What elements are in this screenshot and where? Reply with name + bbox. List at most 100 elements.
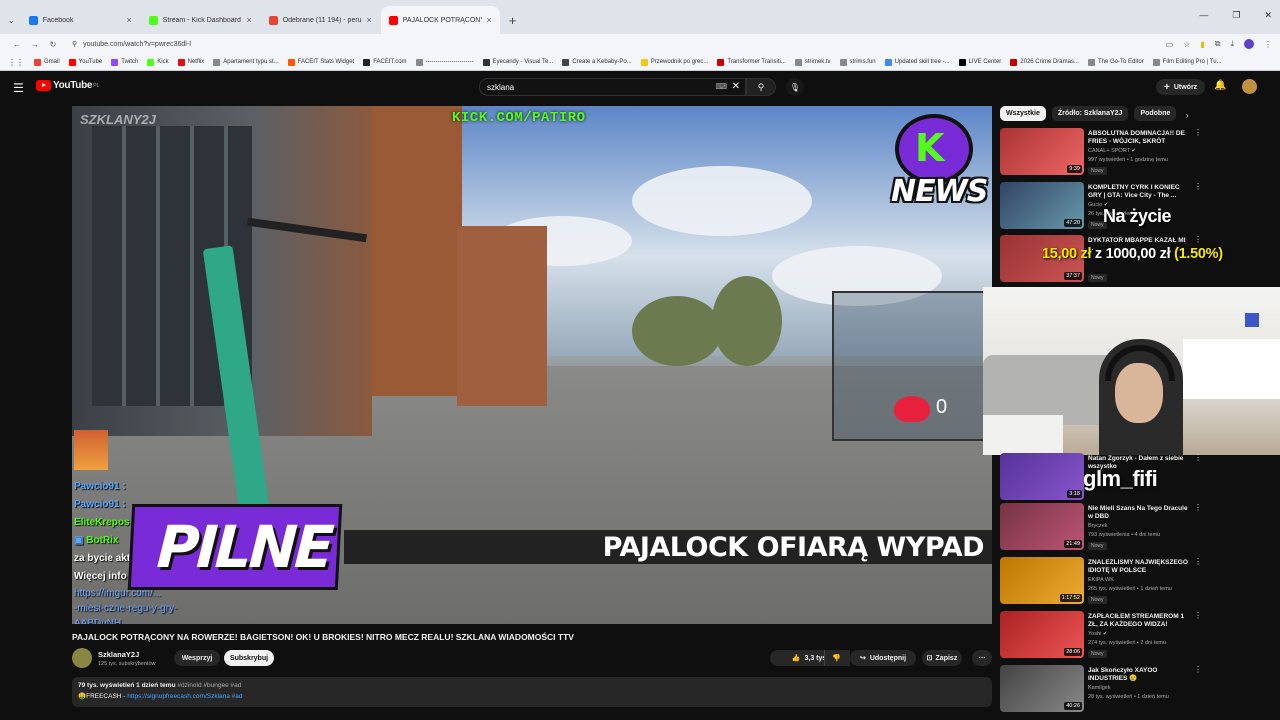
minimize-icon[interactable]: —	[1199, 10, 1208, 21]
more-options-icon[interactable]: ⋮	[1194, 665, 1202, 674]
back-icon[interactable]: ←	[8, 40, 26, 49]
more-options-icon[interactable]: ⋮	[1194, 557, 1202, 566]
download-icon[interactable]: ⤓	[1230, 39, 1234, 49]
forward-icon[interactable]: →	[26, 40, 44, 49]
bookmark-item[interactable]: YouTube	[68, 58, 102, 66]
close-tab-icon[interactable]: ×	[486, 15, 491, 25]
bookmark-favicon-icon	[839, 58, 847, 66]
profile-avatar[interactable]	[1244, 39, 1254, 49]
more-options-icon[interactable]: ⋮	[1194, 128, 1202, 137]
bookmark-item[interactable]: Create a Kebaby-Po...	[562, 58, 632, 66]
recommendation-item[interactable]: 21:49 Nie Mieli Szans Na Tego Dracule w …	[1000, 503, 1202, 553]
chevron-right-icon[interactable]: ›	[1186, 111, 1189, 120]
more-options-icon[interactable]: ⋮	[1194, 453, 1202, 462]
bookmark-item[interactable]: strims.fun	[839, 58, 876, 66]
browser-menu-icon[interactable]: ⋮	[1264, 40, 1272, 49]
account-avatar[interactable]	[1242, 79, 1257, 94]
create-button[interactable]: + Utwórz	[1156, 79, 1206, 95]
more-options-icon[interactable]: ⋮	[1194, 503, 1202, 512]
bookmark-item[interactable]: strimek.tv	[794, 58, 831, 66]
bookmark-item[interactable]: Netflix	[177, 58, 204, 66]
tab-youtube-active[interactable]: PAJALOCK POTRĄCONY N...×	[380, 6, 500, 34]
close-tab-icon[interactable]: ×	[246, 15, 251, 25]
bookmark-item[interactable]: The Go-To Editor	[1087, 58, 1144, 66]
video-tree	[712, 276, 782, 366]
address-bar[interactable]: ⚲ youtube.com/watch?v=pwrec36dl-I	[72, 36, 1166, 52]
recommendation-item[interactable]: 28:06 ZAPŁACIŁEM STREAMEROM 1 ZŁ, ZA KAŻ…	[1000, 611, 1202, 661]
bookmark-item[interactable]: ------------------------	[415, 58, 474, 66]
save-button[interactable]: ⊡ Zapisz	[922, 650, 962, 666]
channel-avatar[interactable]	[72, 648, 92, 668]
bookmark-favicon-icon	[794, 58, 802, 66]
extension-icon[interactable]: ▮	[1200, 40, 1204, 49]
video-thumbnail: 21:49	[1000, 503, 1084, 550]
bookmark-favicon-icon	[363, 58, 371, 66]
more-options-icon[interactable]: ⋮	[1194, 235, 1202, 244]
tab-gmail[interactable]: Odebrane (11 194) - peruzyni...×	[261, 6, 380, 34]
close-tab-icon[interactable]: ×	[366, 15, 371, 25]
bookmark-star-icon[interactable]: ☆	[1183, 40, 1190, 49]
webcam-table	[983, 415, 1063, 455]
bookmark-item[interactable]: Apartament typu st...	[213, 58, 279, 66]
bookmark-item[interactable]: Film Editing Pro | Tu...	[1152, 58, 1222, 66]
bookmark-favicon-icon	[287, 58, 295, 66]
dislike-button[interactable]: 👎	[824, 650, 848, 666]
close-window-icon[interactable]: ✕	[1264, 10, 1272, 21]
share-button[interactable]: ↪ Udostępnij	[850, 650, 916, 666]
new-badge: Nowy	[1088, 596, 1107, 604]
search-input[interactable]: szklana ⌨ ✕	[479, 78, 746, 96]
video-player[interactable]: SZKLANY2J KICK.COM/PATIRO K NEWS 0 Pawci…	[72, 106, 992, 624]
site-info-icon[interactable]: ⚲	[72, 40, 77, 48]
chip-related[interactable]: Podobne	[1134, 106, 1177, 121]
more-actions-button[interactable]: ⋯	[972, 650, 992, 666]
keyboard-icon[interactable]: ⌨	[715, 82, 727, 91]
tab-search-chevron-icon[interactable]: ⌄	[6, 16, 21, 34]
bookmark-icon: ⊡	[926, 655, 933, 662]
extensions-puzzle-icon[interactable]: ⧉	[1215, 39, 1221, 49]
maximize-icon[interactable]: ❐	[1232, 10, 1240, 21]
kick-news-logo: K NEWS	[887, 112, 988, 216]
channel-name[interactable]: SzklanaY2J	[98, 650, 139, 659]
recommendation-item[interactable]: 9:39 ABSOLUTNA DOMINACJA!! DE FRIES - WÓ…	[1000, 128, 1202, 178]
bookmark-item[interactable]: LIVE Center	[958, 58, 1001, 66]
bookmark-item[interactable]: Eyecandy - Visual Te...	[482, 58, 553, 66]
voice-search-button[interactable]: 🎙	[786, 78, 804, 96]
cast-icon[interactable]: ▭	[1166, 40, 1174, 49]
close-tab-icon[interactable]: ×	[126, 15, 131, 25]
join-button[interactable]: Wesprzyj	[174, 650, 220, 666]
subscribe-button[interactable]: Subskrybuj	[224, 650, 274, 666]
bookmark-item[interactable]: Przewodnik po grec...	[640, 58, 708, 66]
youtube-logo[interactable]: YouTube PL	[36, 80, 99, 91]
description-link[interactable]: https://signupfreecash.com/Szklana #ad	[127, 693, 242, 700]
bookmark-item[interactable]: FACEIT.com	[363, 58, 407, 66]
tab-kick-dashboard[interactable]: Stream - Kick Dashboard ×	[141, 6, 260, 34]
bookmark-item[interactable]: 2026 Crime Dramas...	[1010, 58, 1079, 66]
video-thumbnail: 47:20	[1000, 182, 1084, 229]
bookmark-item[interactable]: Transformer Transiti...	[717, 58, 786, 66]
bookmark-item[interactable]: FACEIT Stats Widget	[287, 58, 354, 66]
bookmark-item[interactable]: Updated skill tree -...	[884, 58, 950, 66]
bookmark-favicon-icon	[717, 58, 725, 66]
notifications-bell-icon[interactable]: 🔔	[1214, 80, 1226, 91]
chip-all[interactable]: Wszystkie	[1000, 106, 1046, 121]
search-button[interactable]: ⚲	[746, 78, 776, 96]
recommendation-item[interactable]: 40:26 Jak Skończyło XAYOO INDUSTRIES 😢 K…	[1000, 665, 1202, 715]
bookmark-item[interactable]: Kick	[147, 58, 169, 66]
more-dots-icon: ⋯	[978, 655, 986, 662]
new-tab-icon[interactable]: +	[501, 13, 525, 34]
hashtags[interactable]: #dzinold #bungee #ad	[177, 682, 241, 689]
filter-chips: Wszystkie Źródło: SzklanaY2J Podobne	[1000, 106, 1280, 122]
url-text: youtube.com/watch?v=pwrec36dl-I	[83, 40, 192, 48]
more-options-icon[interactable]: ⋮	[1194, 182, 1202, 191]
reload-icon[interactable]: ↻	[44, 40, 62, 49]
menu-hamburger-icon[interactable]: ☰	[13, 81, 24, 95]
clear-search-icon[interactable]: ✕	[732, 81, 740, 92]
video-description[interactable]: 79 tys. wyświetleń 1 dzień temu #dzinold…	[72, 677, 992, 707]
apps-grid-icon[interactable]: ⋮⋮	[8, 58, 24, 67]
bookmark-item[interactable]: Gmail	[34, 58, 60, 66]
chip-source[interactable]: Źródło: SzklanaY2J	[1051, 106, 1129, 121]
tab-facebook[interactable]: Facebook ×	[21, 6, 140, 34]
recommendation-item[interactable]: 1:17:52 ZNALEŹLIŚMY NAJWIĘKSZEGO IDIOTĘ …	[1000, 557, 1202, 607]
more-options-icon[interactable]: ⋮	[1194, 611, 1202, 620]
bookmark-item[interactable]: Twitch	[111, 58, 138, 66]
